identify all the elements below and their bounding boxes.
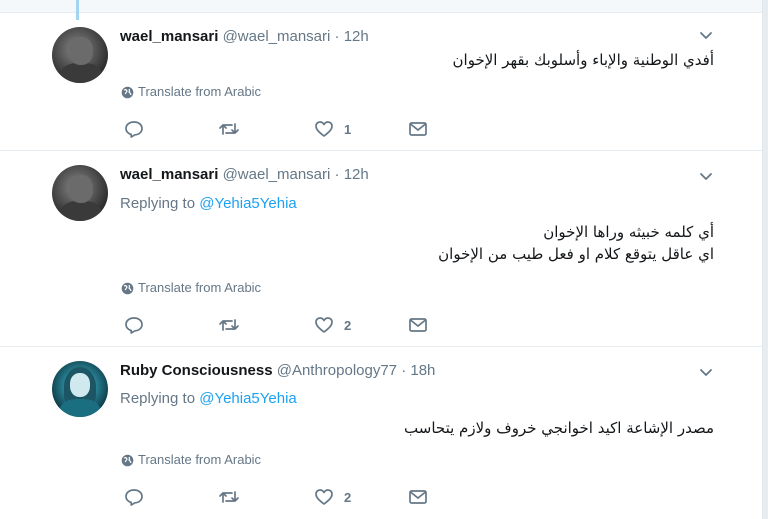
like-icon <box>315 489 333 505</box>
timestamp[interactable]: 12h <box>344 166 369 183</box>
user-handle[interactable]: @wael_mansari <box>223 166 331 183</box>
tweet-actions: 2 <box>124 315 444 335</box>
user-handle[interactable]: @wael_mansari <box>223 28 331 45</box>
reply-button[interactable] <box>124 487 144 507</box>
globe-icon <box>121 454 134 466</box>
like-count: 2 <box>344 317 352 333</box>
avatar[interactable] <box>52 27 108 83</box>
like-button[interactable]: 2 <box>314 487 351 507</box>
tweet-actions: 1 <box>124 119 444 139</box>
retweet-button[interactable] <box>218 315 240 335</box>
replying-to-label: Replying to <box>120 195 196 212</box>
translate-link[interactable]: Translate from Arabic <box>121 84 261 100</box>
translate-label: Translate from Arabic <box>138 280 262 295</box>
translate-label: Translate from Arabic <box>138 452 262 467</box>
tweet[interactable]: wael_mansari @wael_mansari · 12h أفدي ال… <box>0 13 762 151</box>
avatar[interactable] <box>52 165 108 221</box>
tweet-header: wael_mansari @wael_mansari · 12h <box>120 166 369 184</box>
timeline: wael_mansari @wael_mansari · 12h أفدي ال… <box>0 0 763 519</box>
replying-to-label: Replying to <box>120 390 196 407</box>
tweet[interactable]: Ruby Consciousness @Anthropology77 · 18h… <box>0 347 762 519</box>
globe-icon <box>121 86 134 98</box>
retweet-button[interactable] <box>218 487 240 507</box>
retweet-button[interactable] <box>218 119 240 139</box>
replying-to: Replying to @Yehia5Yehia <box>120 390 297 408</box>
like-button[interactable]: 2 <box>314 315 351 335</box>
timestamp[interactable]: 18h <box>410 362 435 379</box>
reply-button[interactable] <box>124 315 144 335</box>
replying-to: Replying to @Yehia5Yehia <box>120 195 297 213</box>
direct-message-icon <box>409 318 427 332</box>
translate-link[interactable]: Translate from Arabic <box>121 280 261 296</box>
tweet-header: Ruby Consciousness @Anthropology77 · 18h <box>120 362 435 380</box>
translate-label: Translate from Arabic <box>138 84 262 99</box>
display-name[interactable]: wael_mansari <box>120 166 218 183</box>
direct-message-icon <box>409 490 427 504</box>
translate-link[interactable]: Translate from Arabic <box>121 452 261 468</box>
tweet[interactable]: wael_mansari @wael_mansari · 12h Replyin… <box>0 151 762 347</box>
tweet-text-line: أي كلمه خبيثه وراها الإخوان <box>543 223 714 241</box>
separator-dot: · <box>334 166 340 183</box>
direct-message-button[interactable] <box>408 487 428 507</box>
reply-icon <box>125 121 143 138</box>
chevron-down-icon[interactable] <box>697 167 715 185</box>
direct-message-icon <box>409 122 427 136</box>
retweet-icon <box>219 491 239 503</box>
separator-dot: · <box>401 362 407 379</box>
tweet-text-line: مصدر الإشاعة اكيد اخوانجي خروف ولازم يتح… <box>404 419 714 437</box>
mention-link[interactable]: @Yehia5Yehia <box>199 195 297 212</box>
tweet-text: مصدر الإشاعة اكيد اخوانجي خروف ولازم يتح… <box>404 417 714 439</box>
like-button[interactable]: 1 <box>314 119 351 139</box>
globe-icon <box>121 282 134 294</box>
mention-link[interactable]: @Yehia5Yehia <box>199 390 297 407</box>
like-count: 1 <box>344 121 352 137</box>
user-handle[interactable]: @Anthropology77 <box>277 362 397 379</box>
retweet-icon <box>219 319 239 331</box>
like-count: 2 <box>344 489 352 505</box>
chevron-down-icon[interactable] <box>697 363 715 381</box>
display-name[interactable]: wael_mansari <box>120 28 218 45</box>
reply-icon <box>125 317 143 334</box>
like-icon <box>315 121 333 137</box>
tweet-text: أي كلمه خبيثه وراها الإخوان اي عاقل يتوق… <box>438 221 714 265</box>
direct-message-button[interactable] <box>408 315 428 335</box>
tweet-header: wael_mansari @wael_mansari · 12h <box>120 28 369 46</box>
reply-button[interactable] <box>124 119 144 139</box>
like-icon <box>315 317 333 333</box>
tweet-text-line: أفدي الوطنية والإباء وأسلوبك بقهر الإخوا… <box>452 51 714 69</box>
chevron-down-icon[interactable] <box>697 26 715 44</box>
display-name[interactable]: Ruby Consciousness <box>120 362 273 379</box>
tweet-text-line: اي عاقل يتوقع كلام او فعل طيب من الإخوان <box>438 245 714 263</box>
tweet-text: أفدي الوطنية والإباء وأسلوبك بقهر الإخوا… <box>453 49 714 71</box>
tweet-actions: 2 <box>124 487 444 507</box>
separator-dot: · <box>334 28 340 45</box>
direct-message-button[interactable] <box>408 119 428 139</box>
reply-icon <box>125 489 143 506</box>
previous-tweet-edge <box>0 0 762 13</box>
retweet-icon <box>219 123 239 135</box>
avatar[interactable] <box>52 361 108 417</box>
timestamp[interactable]: 12h <box>344 28 369 45</box>
